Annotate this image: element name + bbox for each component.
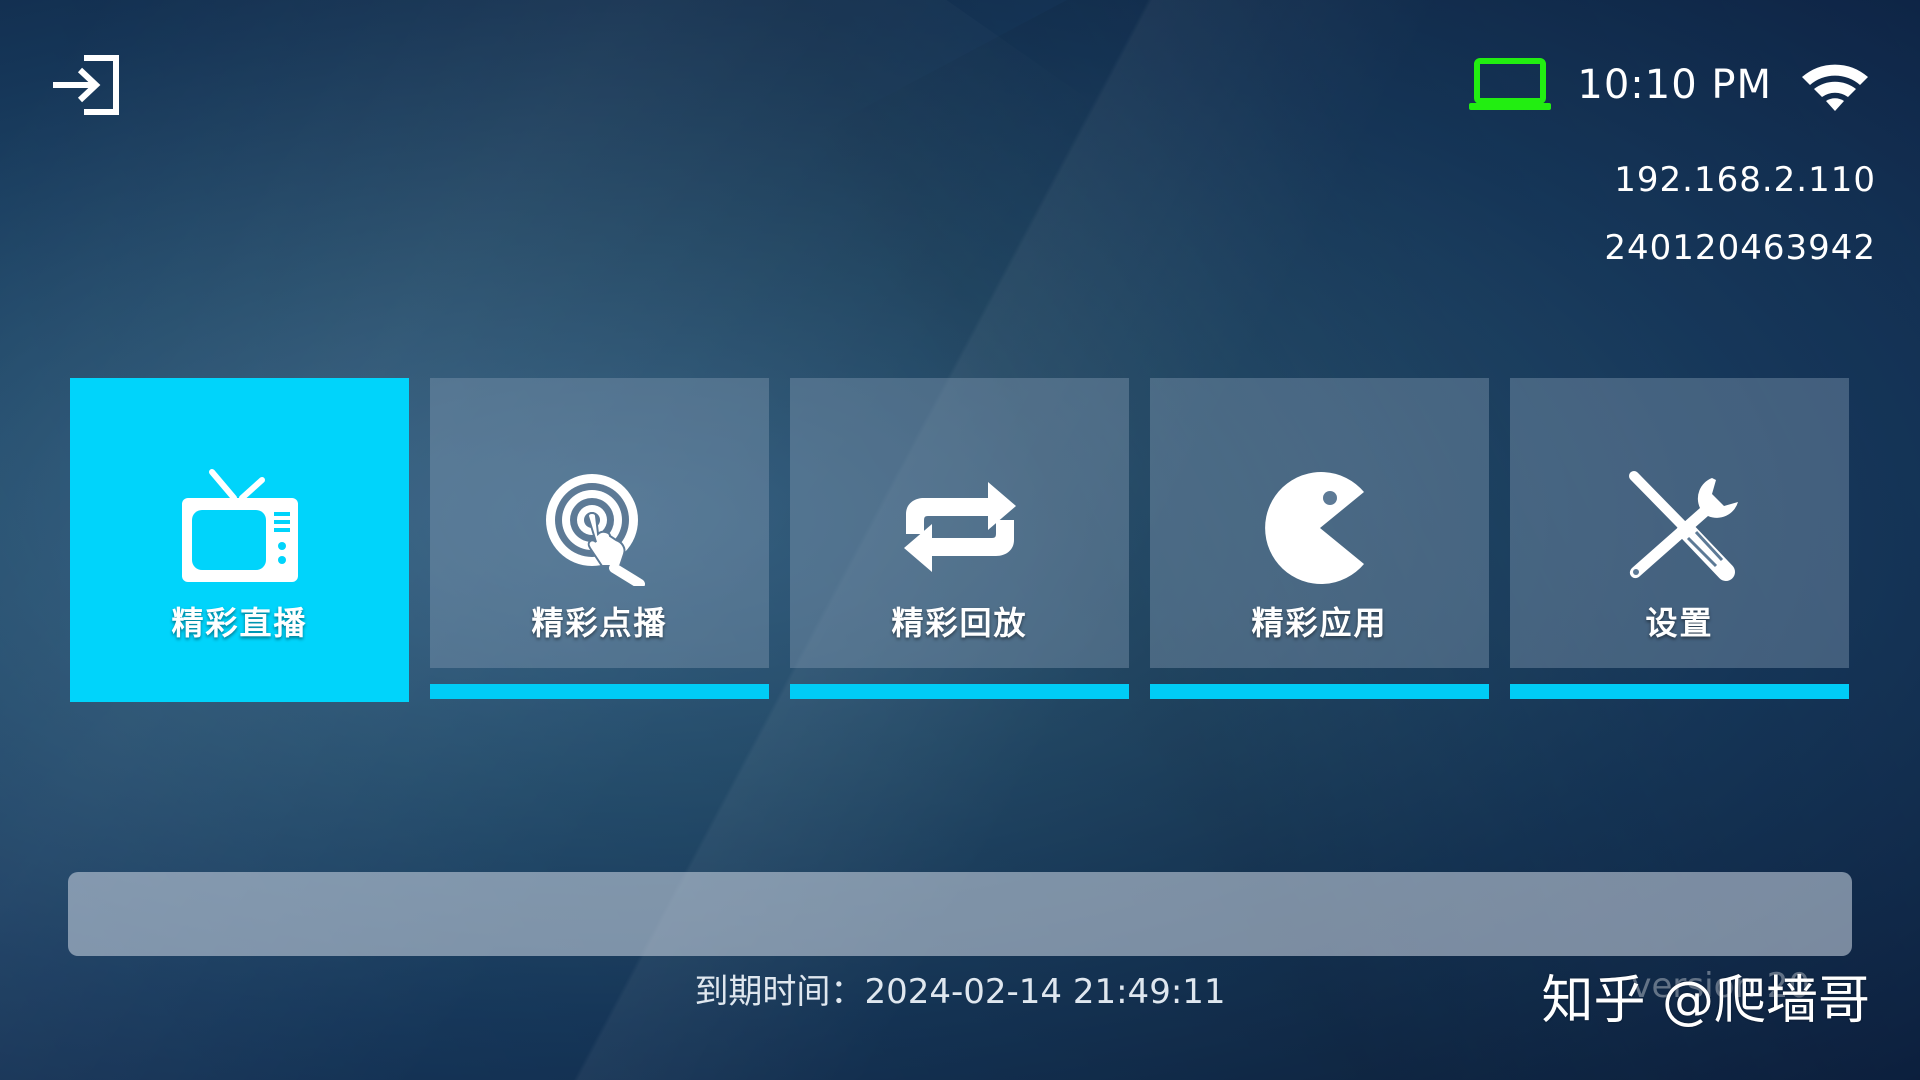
home-screen: 10:10 PM 192.168.2.110 240120463942 精彩直播…	[0, 0, 1920, 1080]
tile-label: 精彩回放	[891, 604, 1028, 642]
tile-label: 设置	[1645, 604, 1714, 642]
tile-underline	[430, 684, 769, 699]
tile-face: 精彩应用	[1150, 378, 1489, 668]
tv-icon	[176, 468, 304, 586]
tile-face: 设置	[1510, 378, 1849, 668]
device-serial: 240120463942	[1604, 228, 1876, 268]
notice-bar	[68, 872, 1852, 956]
expiry-label: 到期时间：	[694, 972, 865, 1012]
tile-label: 精彩直播	[171, 604, 308, 642]
status-bar: 10:10 PM	[1469, 52, 1872, 118]
tile-playback[interactable]: 精彩回放	[790, 378, 1129, 702]
ip-address: 192.168.2.110	[1614, 160, 1876, 200]
laptop-icon	[1469, 57, 1552, 113]
tile-live[interactable]: 精彩直播	[70, 378, 409, 702]
tile-underline	[1150, 684, 1489, 699]
expiry-value: 2024-02-14 21:49:11	[864, 972, 1226, 1012]
tile-label: 精彩应用	[1251, 604, 1388, 642]
tile-label: 精彩点播	[531, 604, 668, 642]
pacman-icon	[1256, 468, 1384, 586]
tile-underline	[1510, 684, 1849, 699]
repeat-icon	[896, 468, 1024, 586]
wifi-icon	[1798, 57, 1872, 113]
login-arrow-icon[interactable]	[50, 52, 122, 118]
tile-vod[interactable]: 精彩点播	[430, 378, 769, 702]
tile-face: 精彩回放	[790, 378, 1129, 668]
tile-apps[interactable]: 精彩应用	[1150, 378, 1489, 702]
clock: 10:10 PM	[1577, 62, 1772, 108]
main-menu: 精彩直播 精彩点播 精彩回放 精彩应用 设置	[70, 378, 1850, 702]
watermark: 知乎 @爬墙哥	[1541, 971, 1870, 1031]
tile-face: 精彩点播	[430, 378, 769, 668]
tap-target-icon	[536, 468, 664, 589]
tile-face: 精彩直播	[70, 378, 409, 702]
tile-settings[interactable]: 设置	[1510, 378, 1849, 702]
tools-icon	[1616, 468, 1744, 586]
tile-underline	[790, 684, 1129, 699]
